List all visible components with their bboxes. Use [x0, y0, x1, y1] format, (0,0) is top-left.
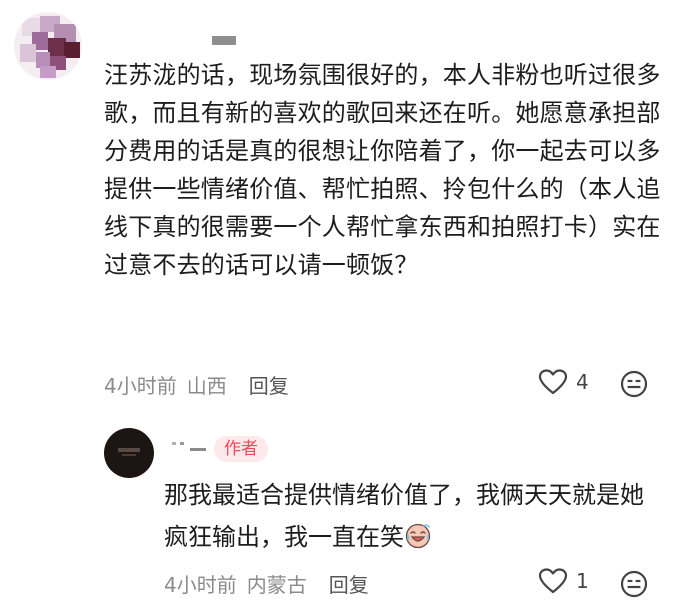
- smiley-face-icon[interactable]: [620, 570, 648, 598]
- reply-like-count: 1: [576, 569, 589, 593]
- heart-outline-icon: [538, 369, 568, 395]
- like-button[interactable]: 4: [538, 368, 589, 396]
- comment-meta: 4小时前 山西 回复: [104, 370, 289, 399]
- reply-username-redacted[interactable]: [172, 440, 208, 454]
- reply-avatar[interactable]: [104, 428, 154, 478]
- heart-outline-icon: [538, 568, 568, 594]
- laughing-crying-emoji: [405, 523, 431, 549]
- reply-text: 那我最适合提供情绪价值了，我俩天天就是她疯狂输出，我一直在笑: [164, 474, 664, 558]
- like-count: 4: [576, 370, 589, 394]
- comment-text: 汪苏泷的话，现场氛围很好的，本人非粉也听过很多歌，而且有新的喜欢的歌回来还在听。…: [104, 61, 661, 279]
- reply-time: 4小时前: [164, 573, 237, 597]
- username-redacted[interactable]: [212, 36, 236, 45]
- reply-location: 内蒙古: [246, 573, 307, 597]
- smiley-face-icon[interactable]: [620, 370, 648, 398]
- avatar[interactable]: [14, 12, 82, 80]
- author-badge: 作者: [214, 436, 268, 462]
- reply-like-button[interactable]: 1: [538, 567, 589, 595]
- reply-reply-button[interactable]: 回复: [329, 569, 369, 598]
- comment-location: 山西: [186, 374, 227, 398]
- reply-meta: 4小时前 内蒙古 回复: [164, 569, 369, 598]
- comment-time: 4小时前: [104, 374, 177, 398]
- reply-button[interactable]: 回复: [249, 370, 289, 399]
